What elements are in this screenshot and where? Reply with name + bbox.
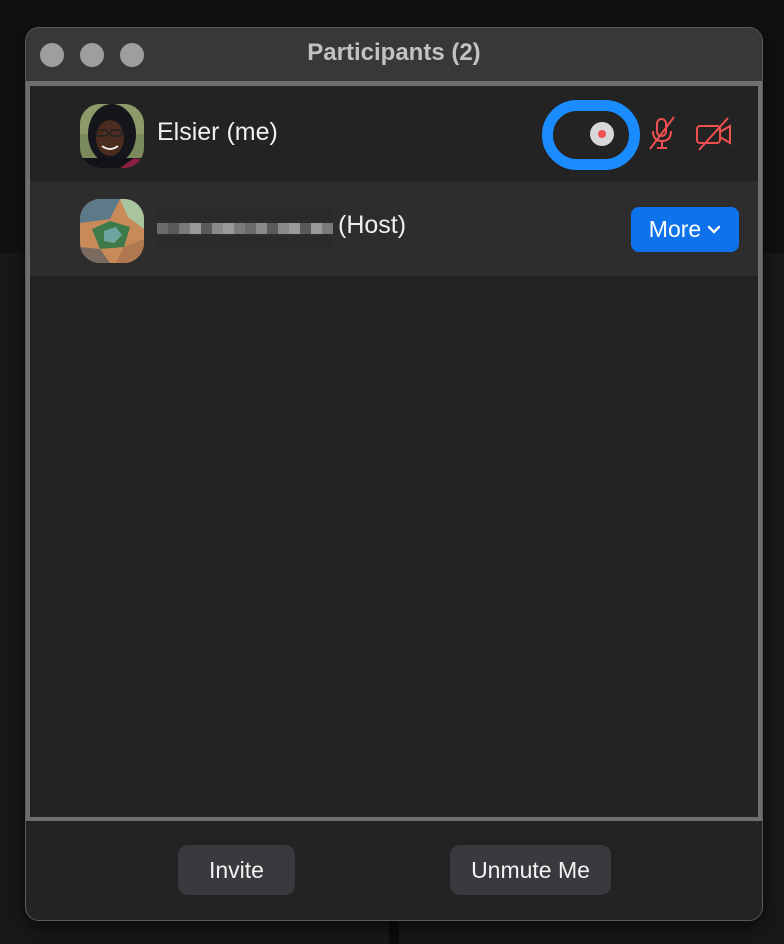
muted-microphone-icon[interactable]: [647, 116, 677, 152]
more-button-label: More: [648, 216, 702, 242]
participant-row-me[interactable]: Elsier (me): [30, 86, 758, 181]
title-bar[interactable]: Participants (2): [26, 28, 762, 81]
participant-row-host[interactable]: (Host) More: [30, 181, 758, 276]
recording-indicator-icon: [590, 122, 614, 146]
redacted-name: [157, 209, 333, 251]
more-button[interactable]: More: [631, 207, 739, 252]
participants-list: Elsier (me) (Host) More: [26, 81, 762, 821]
chevron-down-icon: [708, 225, 721, 234]
window-title: Participants (2): [307, 39, 481, 66]
invite-button[interactable]: Invite: [178, 845, 295, 895]
avatar: [80, 104, 144, 168]
unmute-me-button[interactable]: Unmute Me: [450, 845, 611, 895]
background-divider: [389, 920, 399, 944]
host-label: (Host): [338, 211, 407, 239]
participants-window: Participants (2) Elsier (me) (Host) More…: [25, 27, 763, 921]
participant-name: Elsier (me): [157, 118, 278, 146]
avatar: [80, 199, 144, 263]
video-off-icon[interactable]: [695, 116, 733, 152]
